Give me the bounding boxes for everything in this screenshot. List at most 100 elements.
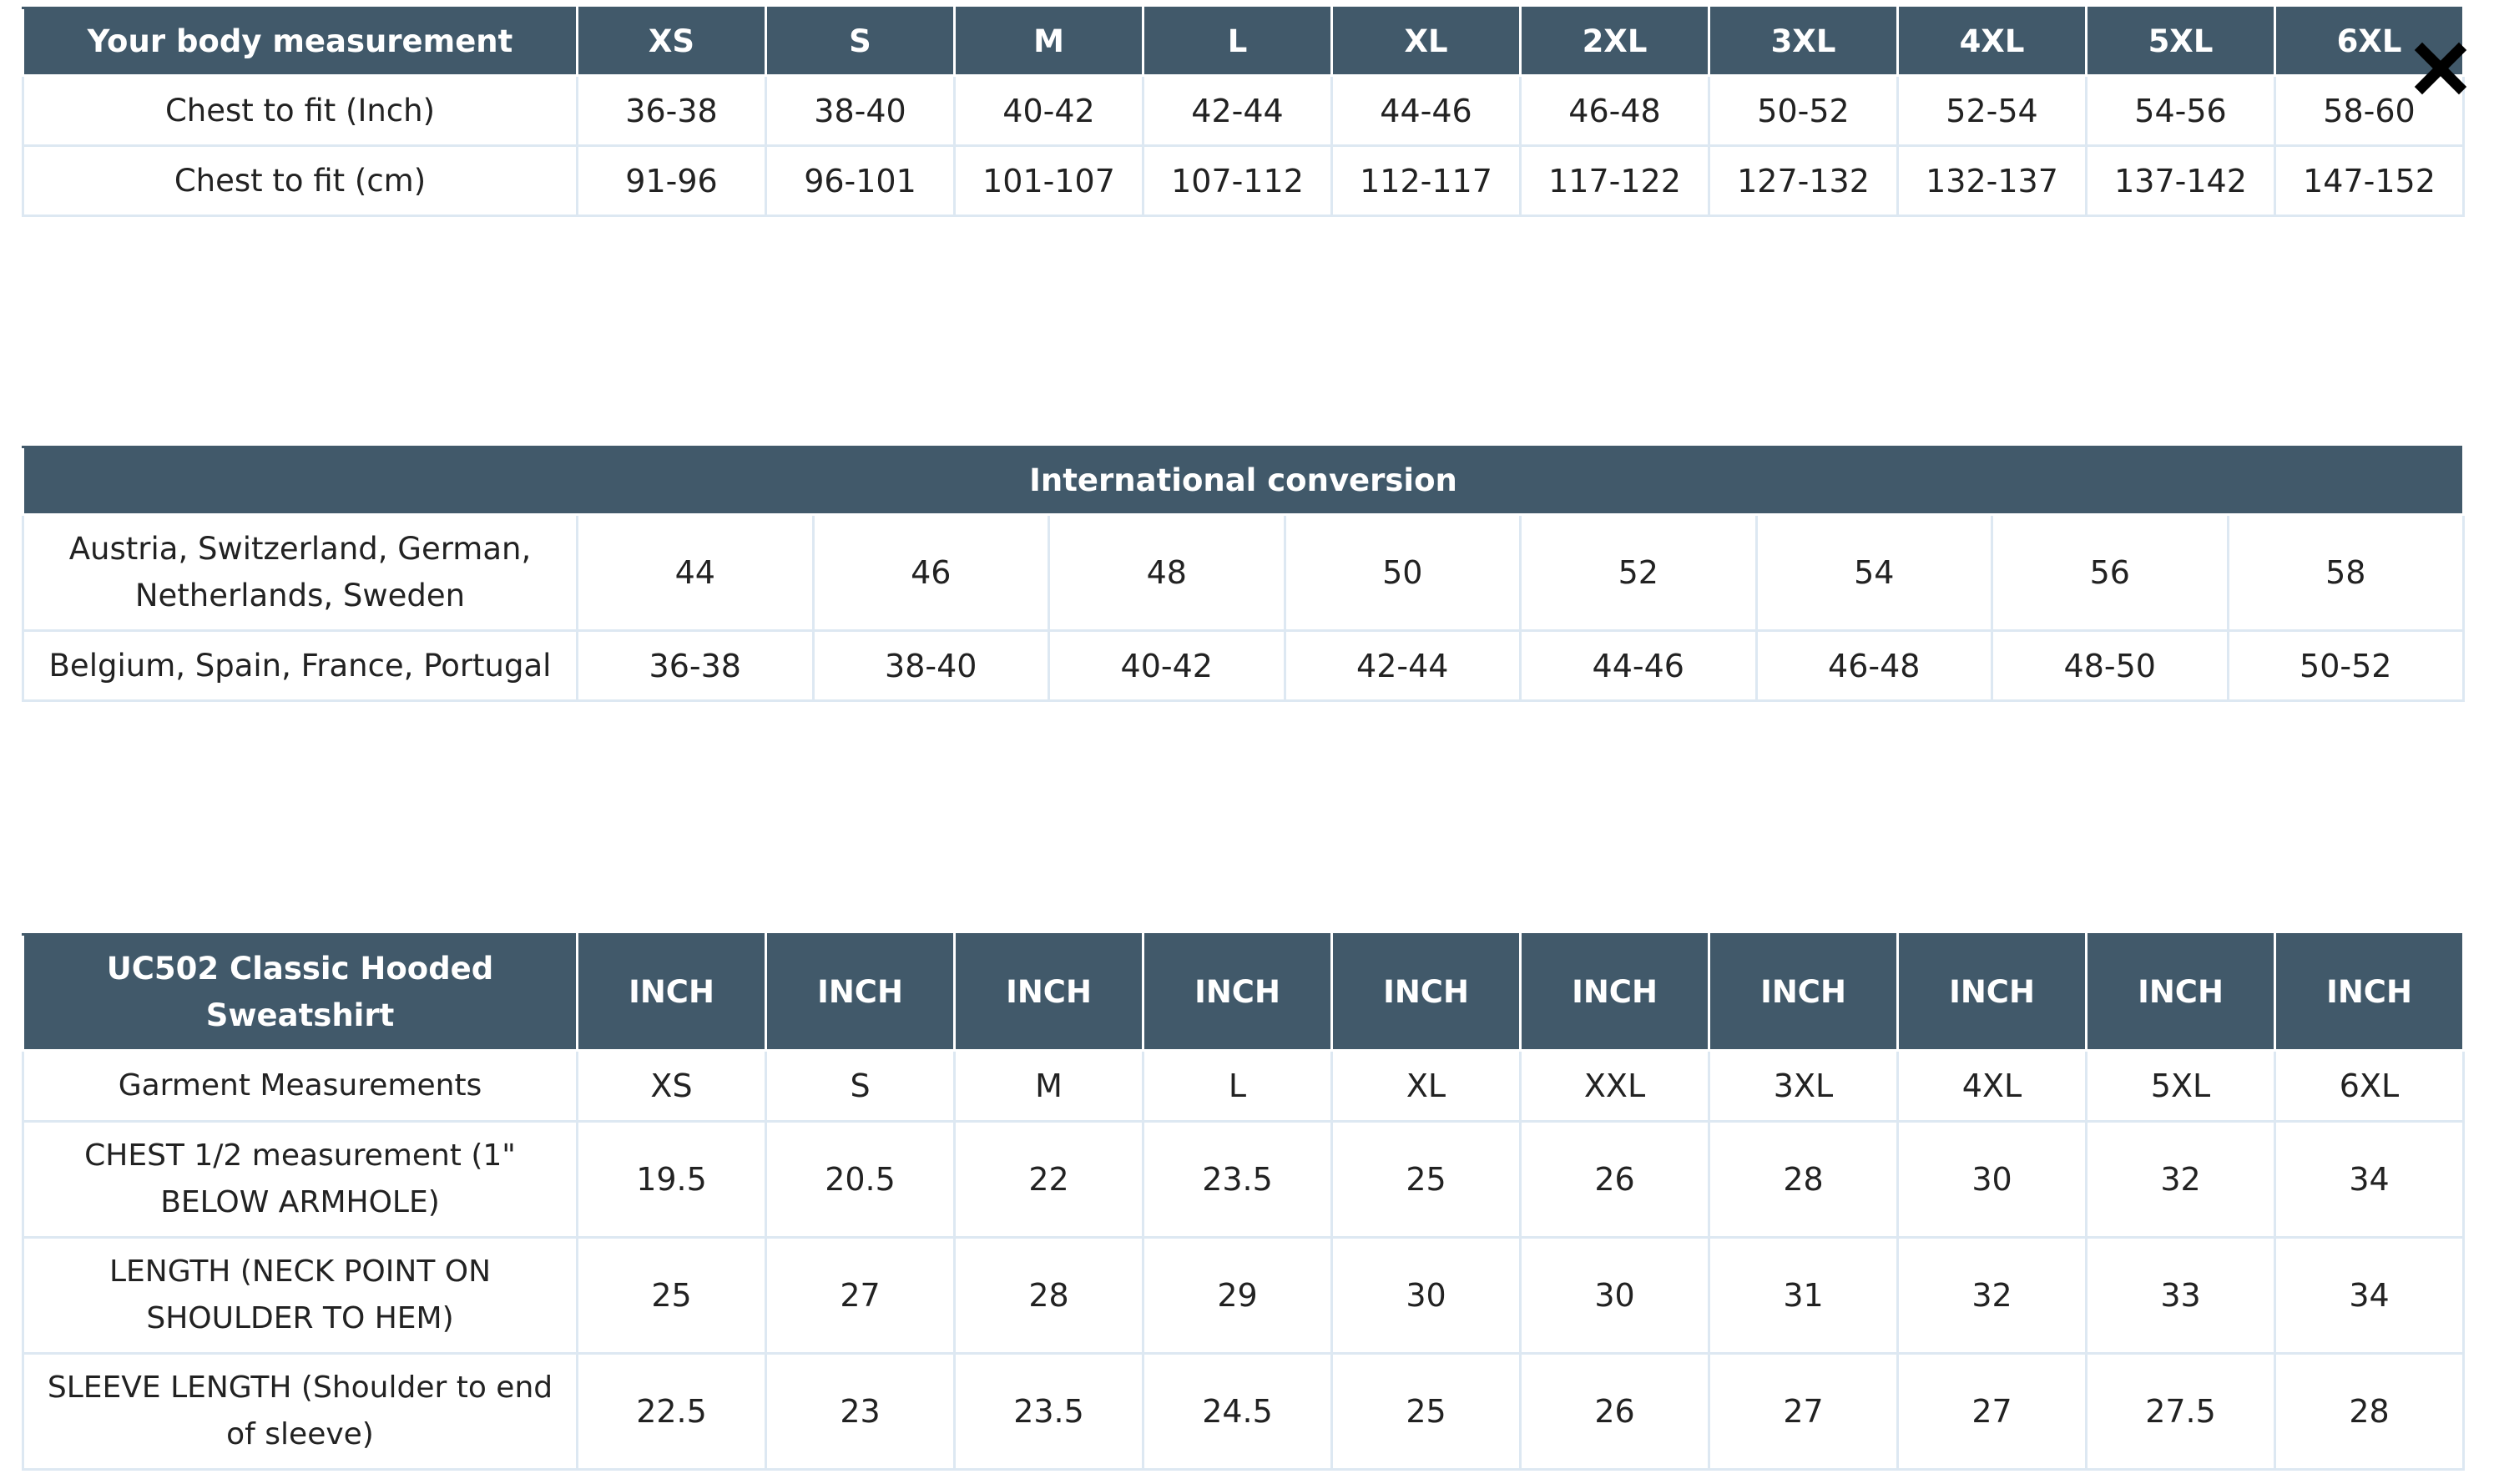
table-cell: 147-152: [2274, 144, 2465, 217]
table-cell: 25: [1330, 1352, 1522, 1471]
table-cell: M: [953, 1049, 1144, 1123]
table-cell: L: [1142, 1049, 1333, 1123]
table-cell: 52: [1519, 513, 1758, 632]
table-cell: 50-52: [2226, 629, 2466, 702]
row-label: SLEEVE LENGTH (Shoulder to end of sleeve…: [22, 1352, 578, 1471]
table-cell: S: [765, 1049, 956, 1123]
row-label: CHEST 1/2 measurement (1" BELOW ARMHOLE): [22, 1120, 578, 1239]
table-cell: 25: [576, 1236, 767, 1355]
table-cell: 22: [953, 1120, 1144, 1239]
size-chart-table: Your body measurement XS S M L XL 2XL 3X…: [22, 7, 2465, 217]
size-header-cell: XS: [576, 7, 767, 77]
table-cell: 20.5: [765, 1120, 956, 1239]
table-row: SLEEVE LENGTH (Shoulder to end of sleeve…: [22, 1352, 2465, 1471]
row-label: Austria, Switzerland, German, Netherland…: [22, 513, 578, 632]
table-cell: 42-44: [1142, 74, 1333, 147]
table-cell: 28: [2274, 1352, 2465, 1471]
table-cell: 46-48: [1754, 629, 1993, 702]
row-label: Chest to fit (cm): [22, 144, 578, 217]
unit-header-cell: INCH: [576, 933, 767, 1052]
unit-header-cell: INCH: [2085, 933, 2276, 1052]
table-cell: 4XL: [1896, 1049, 2088, 1123]
conversion-header-row: International conversion: [21, 446, 2466, 516]
close-button[interactable]: [2412, 40, 2469, 97]
size-header-cell: 2XL: [1519, 7, 1710, 77]
table-cell: 32: [2085, 1120, 2276, 1239]
table-cell: 96-101: [765, 144, 956, 217]
table-cell: 5XL: [2085, 1049, 2276, 1123]
table-row: Chest to fit (Inch) 36-38 38-40 40-42 42…: [22, 74, 2465, 147]
table-cell: 26: [1519, 1120, 1710, 1239]
table-row: LENGTH (NECK POINT ON SHOULDER TO HEM) 2…: [22, 1236, 2465, 1355]
table-cell: 58: [2226, 513, 2466, 632]
row-label: Chest to fit (Inch): [22, 74, 578, 147]
table-cell: 56: [1991, 513, 2229, 632]
conversion-title: International conversion: [21, 446, 2466, 516]
unit-header-cell: INCH: [1519, 933, 1710, 1052]
row-label: LENGTH (NECK POINT ON SHOULDER TO HEM): [22, 1236, 578, 1355]
size-header-cell: L: [1142, 7, 1333, 77]
table-cell: 127-132: [1708, 144, 1899, 217]
table-cell: 52-54: [1896, 74, 2088, 147]
unit-header-cell: INCH: [765, 933, 956, 1052]
product-title: UC502 Classic Hooded Sweatshirt: [22, 933, 578, 1052]
table-row: Austria, Switzerland, German, Netherland…: [22, 513, 2466, 632]
unit-header-cell: INCH: [953, 933, 1144, 1052]
table-cell: 28: [1708, 1120, 1899, 1239]
table-cell: 101-107: [953, 144, 1144, 217]
size-header-cell: S: [765, 7, 956, 77]
table-cell: 112-117: [1330, 144, 1522, 217]
table-cell: 19.5: [576, 1120, 767, 1239]
table-cell: 27: [765, 1236, 956, 1355]
table-cell: 44: [576, 513, 815, 632]
unit-header-cell: INCH: [1708, 933, 1899, 1052]
table-cell: 34: [2274, 1236, 2465, 1355]
size-chart-header-label: Your body measurement: [22, 7, 578, 77]
table-cell: 29: [1142, 1236, 1333, 1355]
table-cell: 23.5: [953, 1352, 1144, 1471]
table-cell: 48-50: [1991, 629, 2229, 702]
table-cell: 50: [1283, 513, 1522, 632]
table-cell: 6XL: [2274, 1049, 2465, 1123]
size-header-cell: 3XL: [1708, 7, 1899, 77]
table-row: Chest to fit (cm) 91-96 96-101 101-107 1…: [22, 144, 2465, 217]
table-cell: 23.5: [1142, 1120, 1333, 1239]
table-cell: XL: [1330, 1049, 1522, 1123]
table-cell: 30: [1896, 1120, 2088, 1239]
row-label: Belgium, Spain, France, Portugal: [22, 629, 578, 702]
table-cell: 46: [811, 513, 1050, 632]
table-cell: 24.5: [1142, 1352, 1333, 1471]
table-cell: 38-40: [811, 629, 1050, 702]
international-conversion-table: International conversion Austria, Switze…: [21, 446, 2466, 702]
table-cell: 44-46: [1519, 629, 1758, 702]
table-row: Garment Measurements XS S M L XL XXL 3XL…: [22, 1049, 2465, 1123]
table-cell: 38-40: [765, 74, 956, 147]
close-icon: [2414, 42, 2467, 95]
table-cell: 23: [765, 1352, 956, 1471]
unit-header-cell: INCH: [2274, 933, 2465, 1052]
table-cell: 33: [2085, 1236, 2276, 1355]
row-label: Garment Measurements: [22, 1049, 578, 1123]
table-cell: 42-44: [1283, 629, 1522, 702]
table-cell: 30: [1519, 1236, 1710, 1355]
table-row: CHEST 1/2 measurement (1" BELOW ARMHOLE)…: [22, 1120, 2465, 1239]
garment-measurements-table: UC502 Classic Hooded Sweatshirt INCH INC…: [22, 933, 2465, 1471]
size-header-cell: 5XL: [2085, 7, 2276, 77]
table-cell: 27: [1708, 1352, 1899, 1471]
table-cell: 36-38: [576, 629, 815, 702]
table-cell: 40-42: [1048, 629, 1286, 702]
table-cell: 32: [1896, 1236, 2088, 1355]
table-cell: 54-56: [2085, 74, 2276, 147]
table-cell: 36-38: [576, 74, 767, 147]
unit-header-cell: INCH: [1896, 933, 2088, 1052]
size-header-cell: XL: [1330, 7, 1522, 77]
table-cell: 40-42: [953, 74, 1144, 147]
table-cell: 91-96: [576, 144, 767, 217]
size-header-cell: M: [953, 7, 1144, 77]
table-cell: 48: [1048, 513, 1286, 632]
size-chart-header-row: Your body measurement XS S M L XL 2XL 3X…: [22, 7, 2465, 77]
table-cell: 22.5: [576, 1352, 767, 1471]
table-cell: 132-137: [1896, 144, 2088, 217]
table-cell: 137-142: [2085, 144, 2276, 217]
unit-header-cell: INCH: [1330, 933, 1522, 1052]
